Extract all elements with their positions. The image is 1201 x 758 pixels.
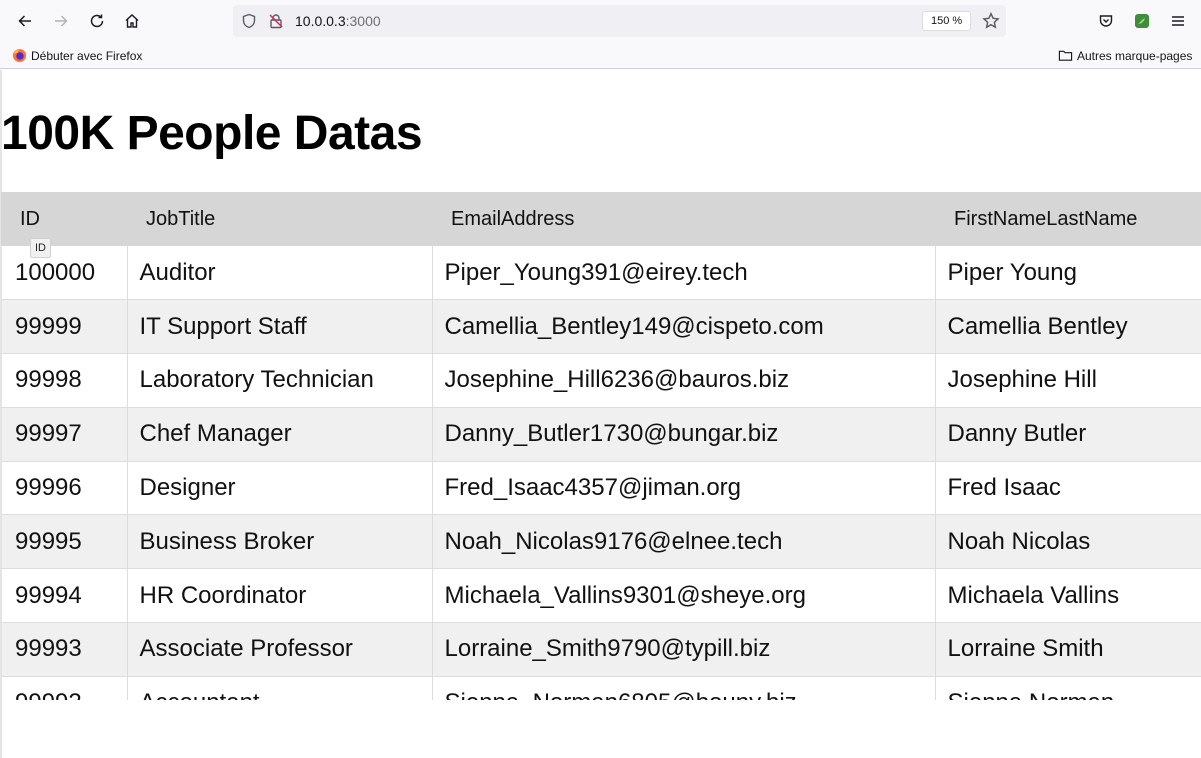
zoom-level-badge[interactable]: 150 %	[922, 11, 972, 31]
cell-id: 99993	[0, 622, 127, 677]
cell-jobtitle: Associate Professor	[126, 622, 432, 677]
cell-id: 99998	[0, 353, 127, 408]
cell-name: Camellia Bentley	[934, 299, 1201, 355]
bookmark-other-folder-label: Autres marque-pages	[1077, 48, 1193, 63]
cell-name: Noah Nicolas	[934, 514, 1201, 570]
cell-email: Josephine_Hill6236@bauros.biz	[431, 353, 935, 408]
browser-toolbar: 10.0.0.3:3000 150 %	[0, 0, 1201, 42]
cell-id: 99997	[0, 407, 127, 462]
bookmark-getting-started-label: Débuter avec Firefox	[31, 48, 143, 63]
table-row: 99997 Chef Manager Danny_Butler1730@bung…	[0, 407, 1201, 462]
cell-name: Sienna Norman	[934, 676, 1201, 700]
extension-icon	[1135, 14, 1149, 28]
cell-jobtitle: Chef Manager	[126, 407, 432, 462]
cell-email: Michaela_Vallins9301@sheye.org	[431, 568, 935, 624]
bookmark-star-icon[interactable]	[982, 12, 1000, 30]
reload-button[interactable]	[83, 7, 111, 35]
table-header-row: ID JobTitle EmailAddress FirstNameLastNa…	[1, 192, 1201, 246]
extension-button[interactable]	[1128, 7, 1156, 35]
table-row: 99995 Business Broker Noah_Nicolas9176@e…	[0, 514, 1201, 570]
cell-id: 99996	[0, 461, 127, 516]
column-header-id[interactable]: ID	[1, 192, 127, 246]
column-tooltip: ID	[30, 238, 51, 258]
cell-id: 99994	[0, 568, 127, 624]
cell-jobtitle: Auditor	[126, 246, 432, 301]
cell-email: Piper_Young391@eirey.tech	[431, 246, 935, 301]
bookmark-other-folder[interactable]: Autres marque-pages	[1058, 47, 1192, 64]
folder-icon	[1058, 50, 1073, 61]
pocket-icon	[1099, 15, 1113, 27]
cell-id: 100000	[0, 246, 127, 301]
cell-name: Piper Young	[934, 246, 1201, 301]
cell-jobtitle: IT Support Staff	[126, 299, 432, 355]
cell-name: Michaela Vallins	[934, 568, 1201, 624]
cell-jobtitle: Designer	[126, 461, 432, 516]
home-button[interactable]	[118, 7, 146, 35]
table-row: 99998 Laboratory Technician Josephine_Hi…	[0, 353, 1201, 408]
table-row: 99992 Accountant Sienna_Norman6805@bouny…	[0, 676, 1201, 700]
cell-email: Lorraine_Smith9790@typill.biz	[431, 622, 935, 677]
cell-email: Noah_Nicolas9176@elnee.tech	[431, 514, 935, 570]
column-header-email[interactable]: EmailAddress	[432, 192, 935, 246]
cell-name: Fred Isaac	[934, 461, 1201, 516]
cell-id: 99992	[0, 676, 127, 700]
reload-icon	[90, 14, 104, 28]
home-icon	[125, 14, 139, 28]
table-row: 99999 IT Support Staff Camellia_Bentley1…	[0, 299, 1201, 355]
page-title: 100K People Datas	[1, 107, 423, 160]
arrow-left-icon	[18, 15, 31, 27]
hamburger-menu-icon	[1172, 16, 1184, 26]
cell-email: Camellia_Bentley149@cispeto.com	[431, 299, 935, 355]
app-menu-button[interactable]	[1164, 7, 1192, 35]
table-row: 99993 Associate Professor Lorraine_Smith…	[0, 622, 1201, 677]
pocket-button[interactable]	[1092, 7, 1120, 35]
cell-name: Danny Butler	[934, 407, 1201, 462]
url-port: :3000	[345, 13, 381, 29]
cell-email: Danny_Butler1730@bungar.biz	[431, 407, 935, 462]
url-bar[interactable]: 10.0.0.3:3000 150 %	[233, 5, 1006, 37]
url-text[interactable]: 10.0.0.3:3000	[295, 13, 381, 29]
cell-email: Fred_Isaac4357@jiman.org	[431, 461, 935, 516]
arrow-right-icon	[55, 15, 68, 27]
firefox-logo-icon	[12, 48, 27, 63]
table-row: 100000 Auditor Piper_Young391@eirey.tech…	[0, 246, 1201, 301]
cell-name: Josephine Hill	[934, 353, 1201, 408]
shield-icon[interactable]	[241, 13, 257, 29]
people-table: ID JobTitle EmailAddress FirstNameLastNa…	[0, 192, 1201, 700]
back-button[interactable]	[11, 7, 39, 35]
forward-button[interactable]	[47, 7, 75, 35]
cell-jobtitle: Laboratory Technician	[126, 353, 432, 408]
cell-email: Sienna_Norman6805@bouny.biz	[431, 676, 935, 700]
cell-jobtitle: Accountant	[126, 676, 432, 700]
url-host: 10.0.0.3	[295, 13, 346, 29]
bookmarks-toolbar: Débuter avec Firefox Autres marque-pages	[0, 42, 1201, 69]
table-scroll-container[interactable]: ID JobTitle EmailAddress FirstNameLastNa…	[0, 192, 1201, 700]
table-row: 99994 HR Coordinator Michaela_Vallins930…	[0, 568, 1201, 624]
column-header-name[interactable]: FirstNameLastName	[935, 192, 1201, 246]
cell-name: Lorraine Smith	[934, 622, 1201, 677]
page-viewport[interactable]: 100K People Datas ID JobTitle EmailAddre…	[0, 70, 1201, 758]
bookmark-getting-started[interactable]: Débuter avec Firefox	[12, 47, 142, 64]
cell-jobtitle: Business Broker	[126, 514, 432, 570]
cell-jobtitle: HR Coordinator	[126, 568, 432, 624]
insecure-lock-icon[interactable]	[268, 13, 284, 29]
column-header-jobtitle[interactable]: JobTitle	[127, 192, 432, 246]
table-row: 99996 Designer Fred_Isaac4357@jiman.org …	[0, 461, 1201, 516]
cell-id: 99999	[0, 299, 127, 355]
cell-id: 99995	[0, 514, 127, 570]
